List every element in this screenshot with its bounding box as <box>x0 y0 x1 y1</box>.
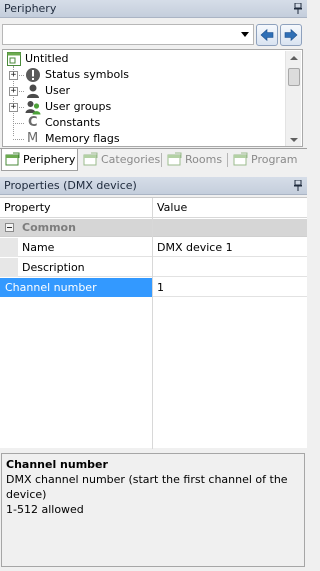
tree-item-user-groups[interactable]: + User groups <box>3 99 283 115</box>
pin-icon[interactable] <box>294 3 302 14</box>
tree-item-label: Untitled <box>25 52 69 65</box>
tree-item-label: Memory flags <box>45 132 120 145</box>
memory-flags-icon: M <box>27 131 39 146</box>
chevron-down-icon[interactable] <box>241 32 249 37</box>
periphery-tab-strip: Periphery Categories Rooms Program <box>0 148 307 171</box>
tree-item-label: User groups <box>45 100 112 113</box>
constants-icon: C <box>28 115 38 130</box>
user-group-icon <box>25 101 41 115</box>
categories-tab-icon <box>83 152 98 166</box>
property-grid[interactable]: Property Value Common Name DMX device 1 … <box>0 197 307 449</box>
property-value[interactable]: 1 <box>157 278 164 297</box>
tab-label: Periphery <box>23 153 76 166</box>
tree-item-memory-flags[interactable]: M Memory flags <box>3 131 283 146</box>
properties-title-text: Properties (DMX device) <box>4 179 137 192</box>
project-icon <box>7 52 21 66</box>
property-row-channel-number[interactable]: Channel number 1 <box>0 278 307 297</box>
periphery-tab-icon <box>5 152 20 166</box>
tree-item-constants[interactable]: C Constants <box>3 115 283 131</box>
column-header-value[interactable]: Value <box>153 198 187 218</box>
program-tab-icon <box>233 152 248 166</box>
tree-item-label: User <box>45 84 71 97</box>
pin-icon[interactable] <box>294 180 302 191</box>
description-text: DMX channel number (start the first chan… <box>6 473 288 501</box>
description-range: 1-512 allowed <box>6 503 84 516</box>
collapse-icon[interactable] <box>5 223 14 232</box>
rooms-tab-icon <box>167 152 182 166</box>
properties-pane-title: Properties (DMX device) <box>0 177 307 195</box>
tab-rooms[interactable]: Rooms <box>164 149 226 170</box>
property-value[interactable]: DMX device 1 <box>157 238 233 257</box>
tree-scrollbar[interactable] <box>285 51 301 146</box>
tree-item-status-symbols[interactable]: + Status symbols <box>3 67 283 83</box>
expand-icon[interactable]: + <box>9 103 18 112</box>
description-title: Channel number <box>6 458 108 471</box>
scroll-thumb[interactable] <box>288 68 300 86</box>
tab-program[interactable]: Program <box>230 149 305 170</box>
tree-item-label: Constants <box>45 116 101 129</box>
scroll-up-icon[interactable] <box>290 56 298 60</box>
property-name: Name <box>22 241 55 254</box>
expand-icon[interactable]: + <box>9 71 18 80</box>
property-name: Channel number <box>5 281 97 294</box>
periphery-pane-title: Periphery <box>0 0 307 18</box>
expand-icon[interactable]: + <box>9 87 18 96</box>
tree-item-label: Status symbols <box>45 68 130 81</box>
tree-item-user[interactable]: + User <box>3 83 283 99</box>
scroll-down-icon[interactable] <box>290 138 298 142</box>
tab-label: Categories <box>101 153 161 166</box>
forward-button[interactable] <box>280 24 302 46</box>
tab-categories[interactable]: Categories <box>80 149 160 170</box>
tab-label: Program <box>251 153 298 166</box>
arrow-right-icon <box>284 28 298 42</box>
tree-item-untitled[interactable]: Untitled <box>3 51 283 67</box>
tab-periphery[interactable]: Periphery <box>1 149 78 171</box>
property-name: Description <box>22 261 85 274</box>
property-grid-header: Property Value <box>0 198 307 218</box>
periphery-toolbar <box>2 22 305 48</box>
user-icon <box>27 84 39 98</box>
category-row-common[interactable]: Common <box>0 219 307 237</box>
back-button[interactable] <box>256 24 278 46</box>
category-label: Common <box>22 221 76 234</box>
periphery-tree[interactable]: Untitled + Status symbols + User + User … <box>2 49 303 147</box>
exclamation-icon <box>26 68 40 82</box>
property-row-name[interactable]: Name DMX device 1 <box>0 238 307 257</box>
periphery-filter-combo[interactable] <box>2 24 254 45</box>
arrow-left-icon <box>260 28 274 42</box>
property-row-description[interactable]: Description <box>0 258 307 277</box>
periphery-title-text: Periphery <box>4 2 57 15</box>
column-header-property[interactable]: Property <box>0 198 51 218</box>
tab-label: Rooms <box>185 153 223 166</box>
property-description-panel: Channel number DMX channel number (start… <box>1 453 305 567</box>
